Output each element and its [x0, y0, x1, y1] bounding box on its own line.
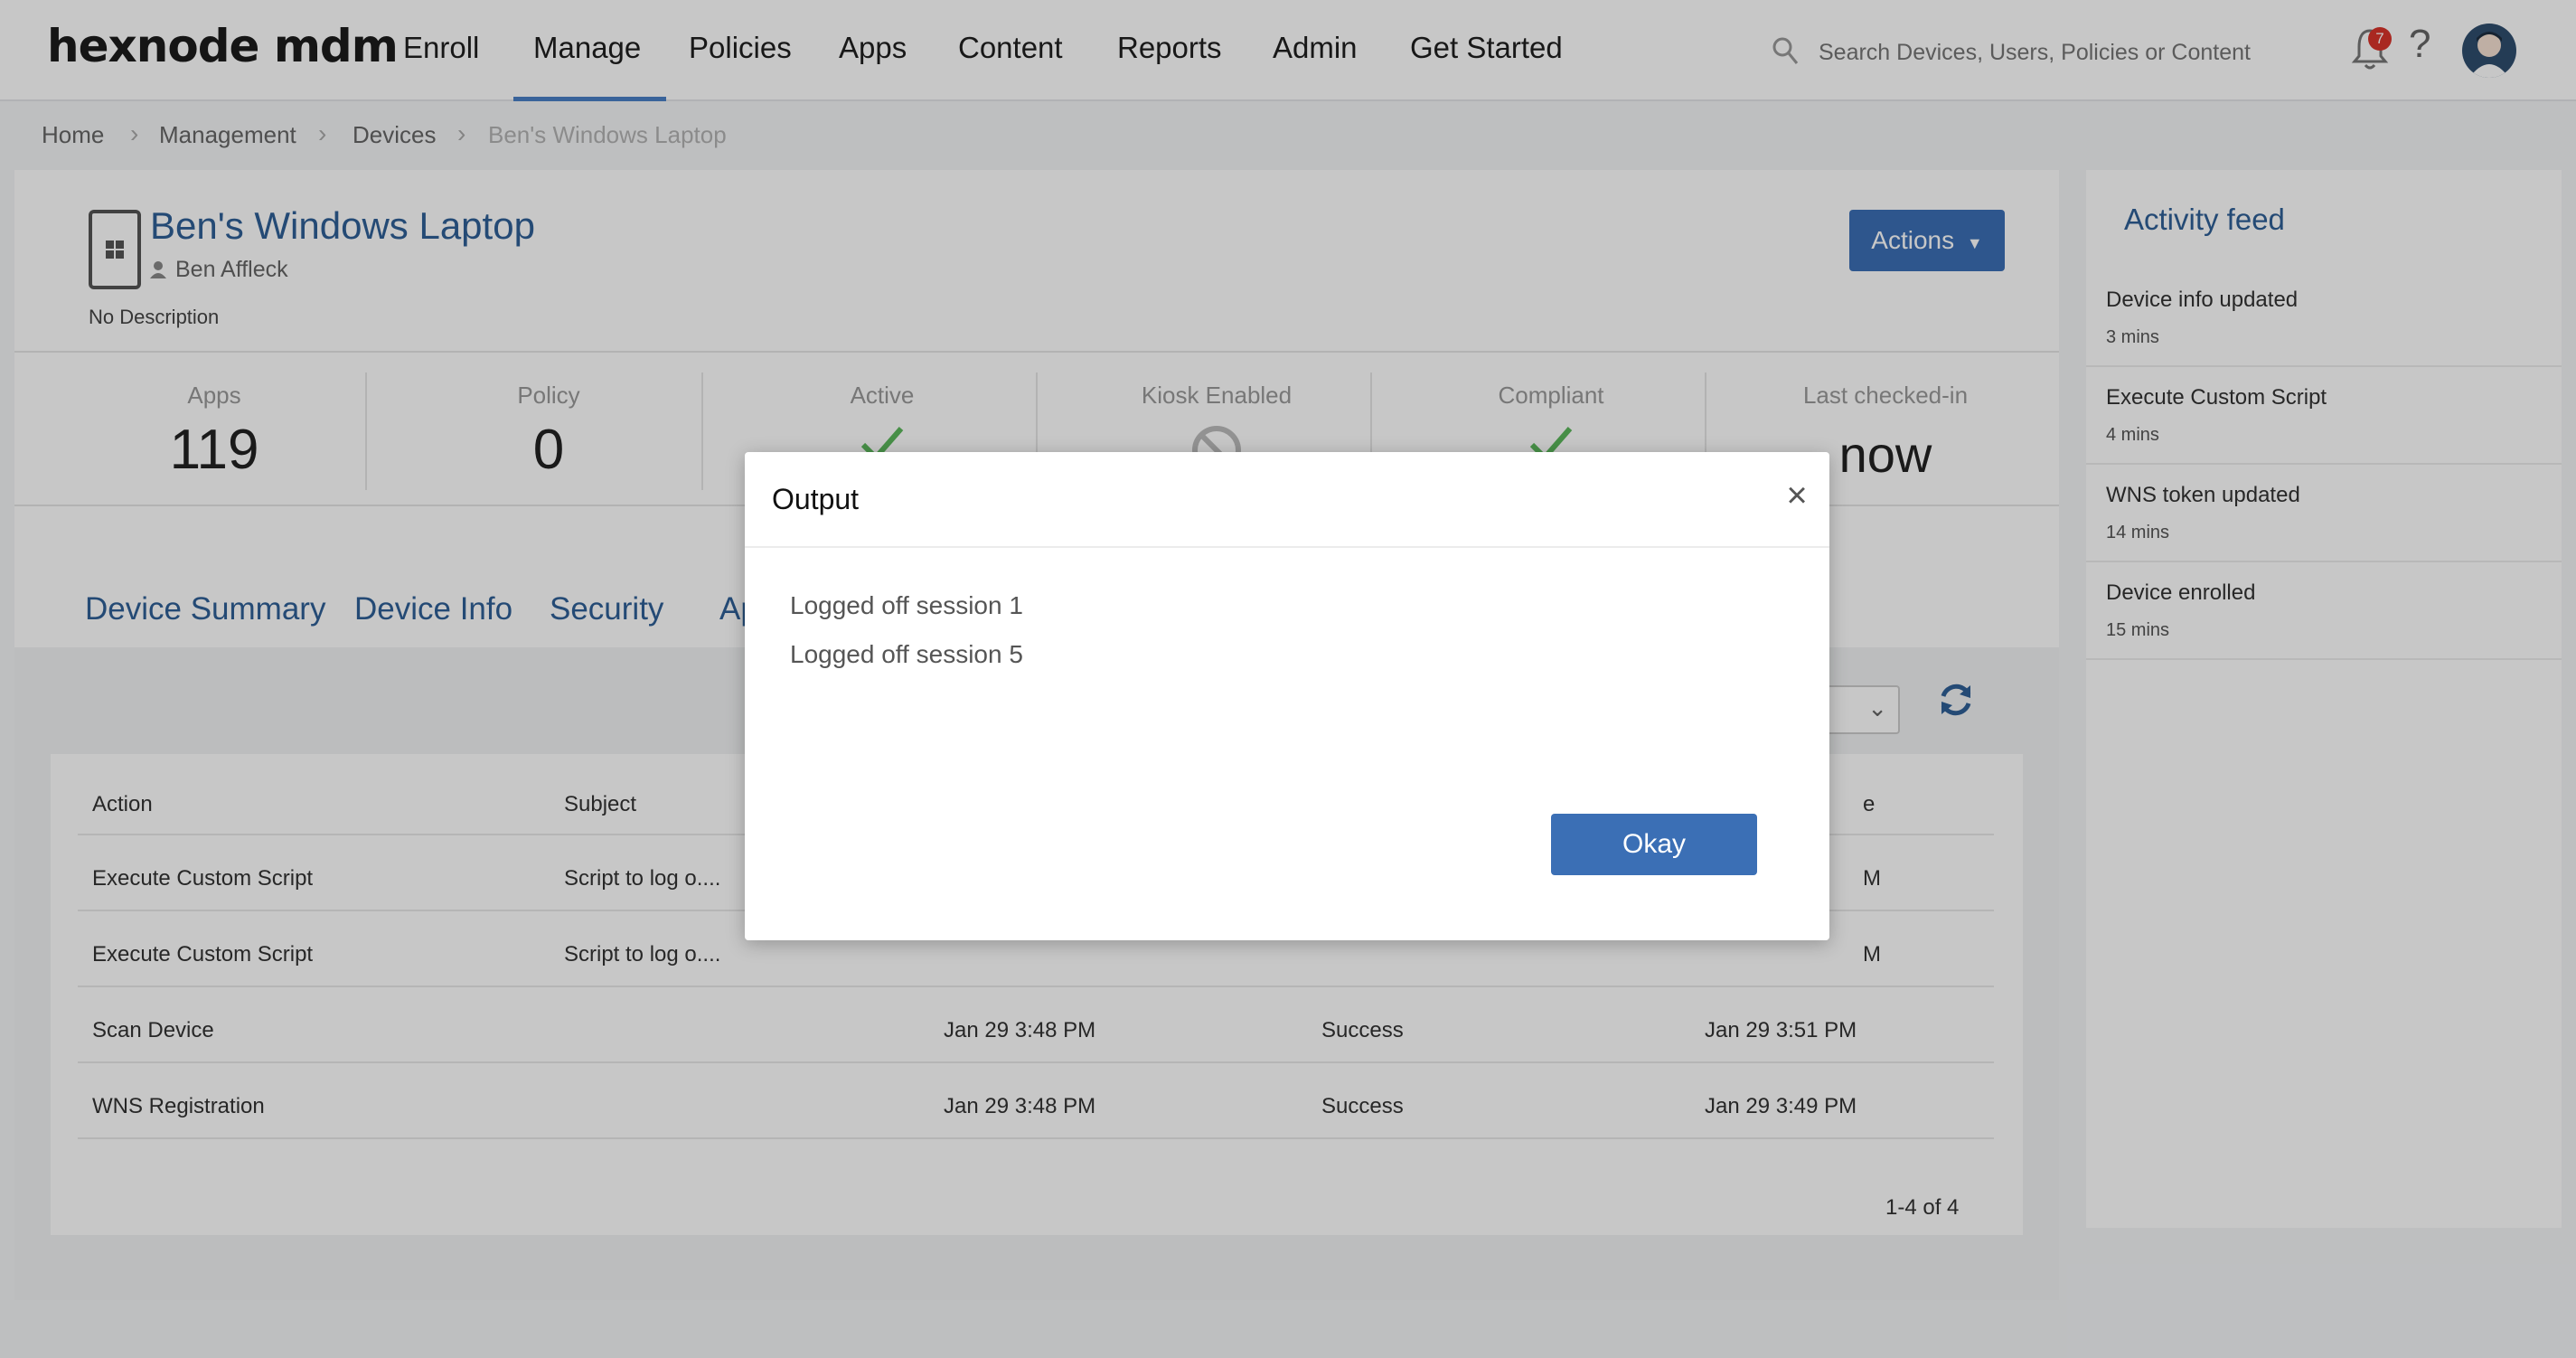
output-line: Logged off session 1	[790, 591, 1023, 619]
okay-button[interactable]: Okay	[1551, 814, 1757, 875]
dialog-header: Output ×	[745, 452, 1829, 548]
output-dialog: Output × Logged off session 1 Logged off…	[745, 452, 1829, 940]
close-icon[interactable]: ×	[1779, 477, 1815, 514]
output-line: Logged off session 5	[790, 640, 1023, 668]
dialog-title: Output	[772, 483, 860, 515]
